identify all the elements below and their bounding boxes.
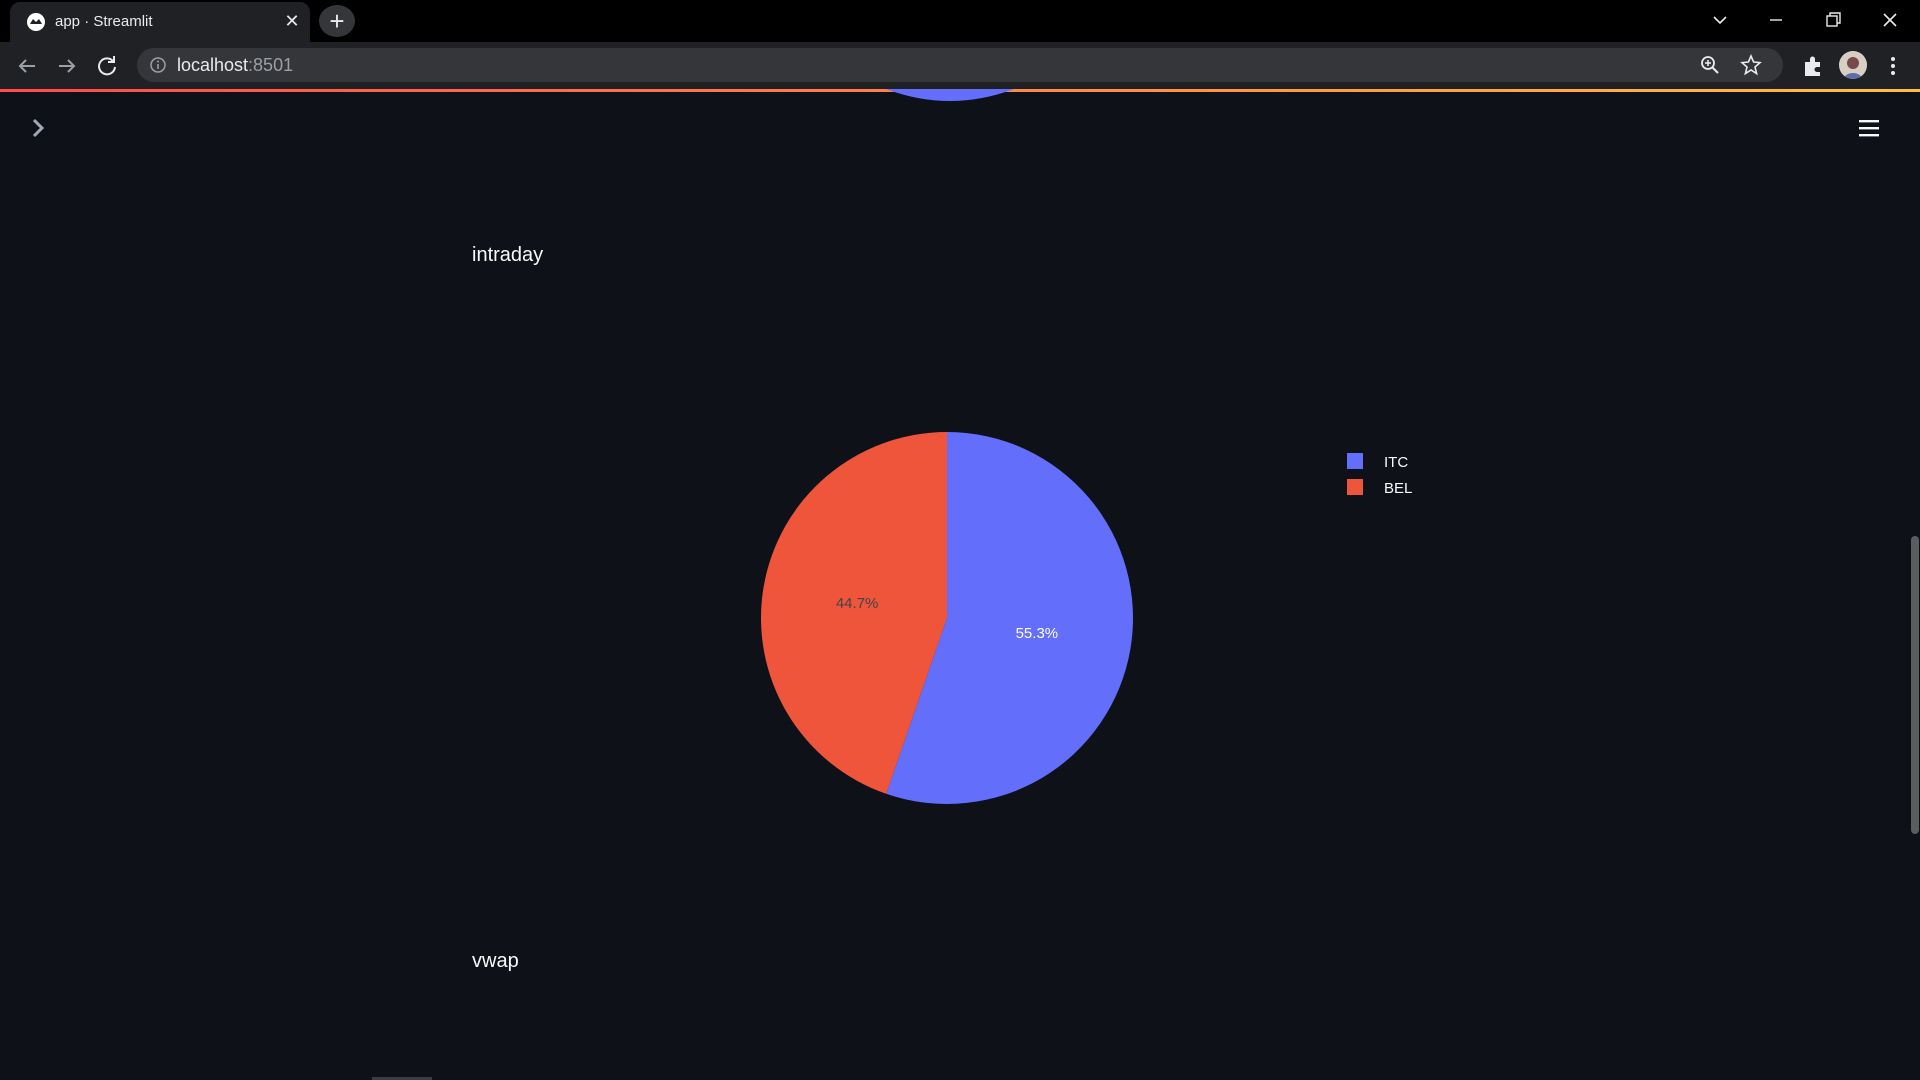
chrome-menu-icon[interactable] <box>1879 52 1907 80</box>
back-arrow-icon[interactable] <box>13 52 41 80</box>
browser-tab[interactable]: app · Streamlit ✕ <box>10 2 310 42</box>
tab-search-icon[interactable] <box>1706 8 1734 32</box>
extensions-puzzle-icon[interactable] <box>1799 52 1827 80</box>
section-title-vwap: vwap <box>472 950 519 972</box>
previous-chart-slice <box>886 89 1014 101</box>
legend-swatch-itc[interactable] <box>1347 453 1363 469</box>
browser-toolbar: localhost:8501 <box>0 42 1920 89</box>
chevron-right-icon[interactable] <box>26 116 50 140</box>
browser-tab-strip: app · Streamlit ✕ + <box>0 0 1920 42</box>
avatar-image-icon <box>1839 51 1867 79</box>
scrollbar-thumb[interactable] <box>1911 536 1919 834</box>
forward-arrow-icon[interactable] <box>53 52 81 80</box>
legend-label-itc[interactable]: ITC <box>1384 454 1408 471</box>
new-tab-button[interactable]: + <box>319 5 355 37</box>
profile-avatar[interactable] <box>1839 51 1867 79</box>
restore-icon[interactable] <box>1819 8 1847 32</box>
zoom-icon[interactable] <box>1699 54 1721 76</box>
close-tab-icon[interactable]: ✕ <box>282 11 302 31</box>
reload-icon[interactable] <box>93 52 121 80</box>
streamlit-favicon-icon <box>27 13 45 31</box>
close-window-icon[interactable] <box>1876 8 1904 32</box>
tab-title: app · Streamlit <box>55 13 153 30</box>
intraday-pie-chart[interactable]: 55.3% 44.7% ITC BEL <box>700 380 1480 860</box>
site-info-icon[interactable] <box>149 56 167 74</box>
url-text: localhost:8501 <box>177 55 293 76</box>
pie-label-itc: 55.3% <box>1016 625 1059 642</box>
url-host: localhost <box>177 55 249 75</box>
bookmark-star-icon[interactable] <box>1740 54 1762 76</box>
address-bar[interactable]: localhost:8501 <box>137 48 1783 82</box>
hamburger-menu-icon[interactable] <box>1857 116 1881 140</box>
url-port: :8501 <box>248 55 294 75</box>
section-title-intraday: intraday <box>472 244 544 266</box>
minimize-icon[interactable] <box>1762 8 1790 32</box>
legend-swatch-bel[interactable] <box>1347 479 1363 495</box>
legend-label-bel[interactable]: BEL <box>1384 480 1412 497</box>
pie-label-bel: 44.7% <box>836 595 879 612</box>
